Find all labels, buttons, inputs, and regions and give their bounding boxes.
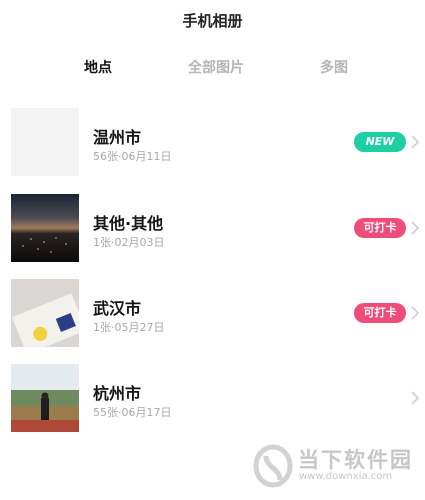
album-name: 杭州市	[93, 384, 142, 403]
album-item-wuhan[interactable]: 武汉市 1张·05月27日 可打卡	[0, 279, 425, 349]
watermark-logo-icon	[253, 444, 293, 488]
card-photo	[11, 279, 79, 347]
album-meta: 56张·06月11日	[93, 150, 172, 163]
tab-all-photos[interactable]: 全部图片	[171, 57, 261, 77]
chevron-right-icon	[411, 135, 420, 149]
album-name: 武汉市	[93, 299, 142, 318]
page-title: 手机相册	[182, 12, 243, 30]
watermark: 当下软件园 www.downxia.com	[252, 440, 422, 490]
album-meta: 55张·06月17日	[93, 406, 172, 419]
album-item-hangzhou[interactable]: 杭州市 55张·06月17日	[0, 364, 425, 434]
checkin-badge[interactable]: 可打卡	[354, 303, 406, 323]
app-header: 手机相册	[0, 0, 425, 40]
tab-bar: 地点 全部图片 多图	[0, 57, 425, 83]
chevron-right-icon	[411, 391, 420, 405]
album-thumbnail	[11, 108, 79, 176]
watermark-url: www.downxia.com	[299, 471, 393, 482]
tab-multi[interactable]: 多图	[289, 57, 379, 77]
campus-photo	[11, 364, 79, 432]
album-meta: 1张·02月03日	[93, 236, 165, 249]
checkin-badge[interactable]: 可打卡	[354, 218, 406, 238]
new-badge: NEW	[354, 132, 406, 152]
chevron-right-icon	[411, 306, 420, 320]
album-thumbnail	[11, 364, 79, 432]
album-thumbnail	[11, 279, 79, 347]
album-meta: 1张·05月27日	[93, 321, 165, 334]
album-name: 其他·其他	[93, 214, 164, 233]
chevron-right-icon	[411, 221, 420, 235]
album-item-wenzhou[interactable]: 温州市 56张·06月11日 NEW	[0, 108, 425, 178]
album-thumbnail	[11, 194, 79, 262]
night-city-photo	[11, 194, 79, 262]
watermark-brand: 当下软件园	[298, 448, 413, 472]
tab-location[interactable]: 地点	[53, 57, 143, 77]
album-item-other[interactable]: 其他·其他 1张·02月03日 可打卡	[0, 194, 425, 264]
album-name: 温州市	[93, 128, 142, 147]
